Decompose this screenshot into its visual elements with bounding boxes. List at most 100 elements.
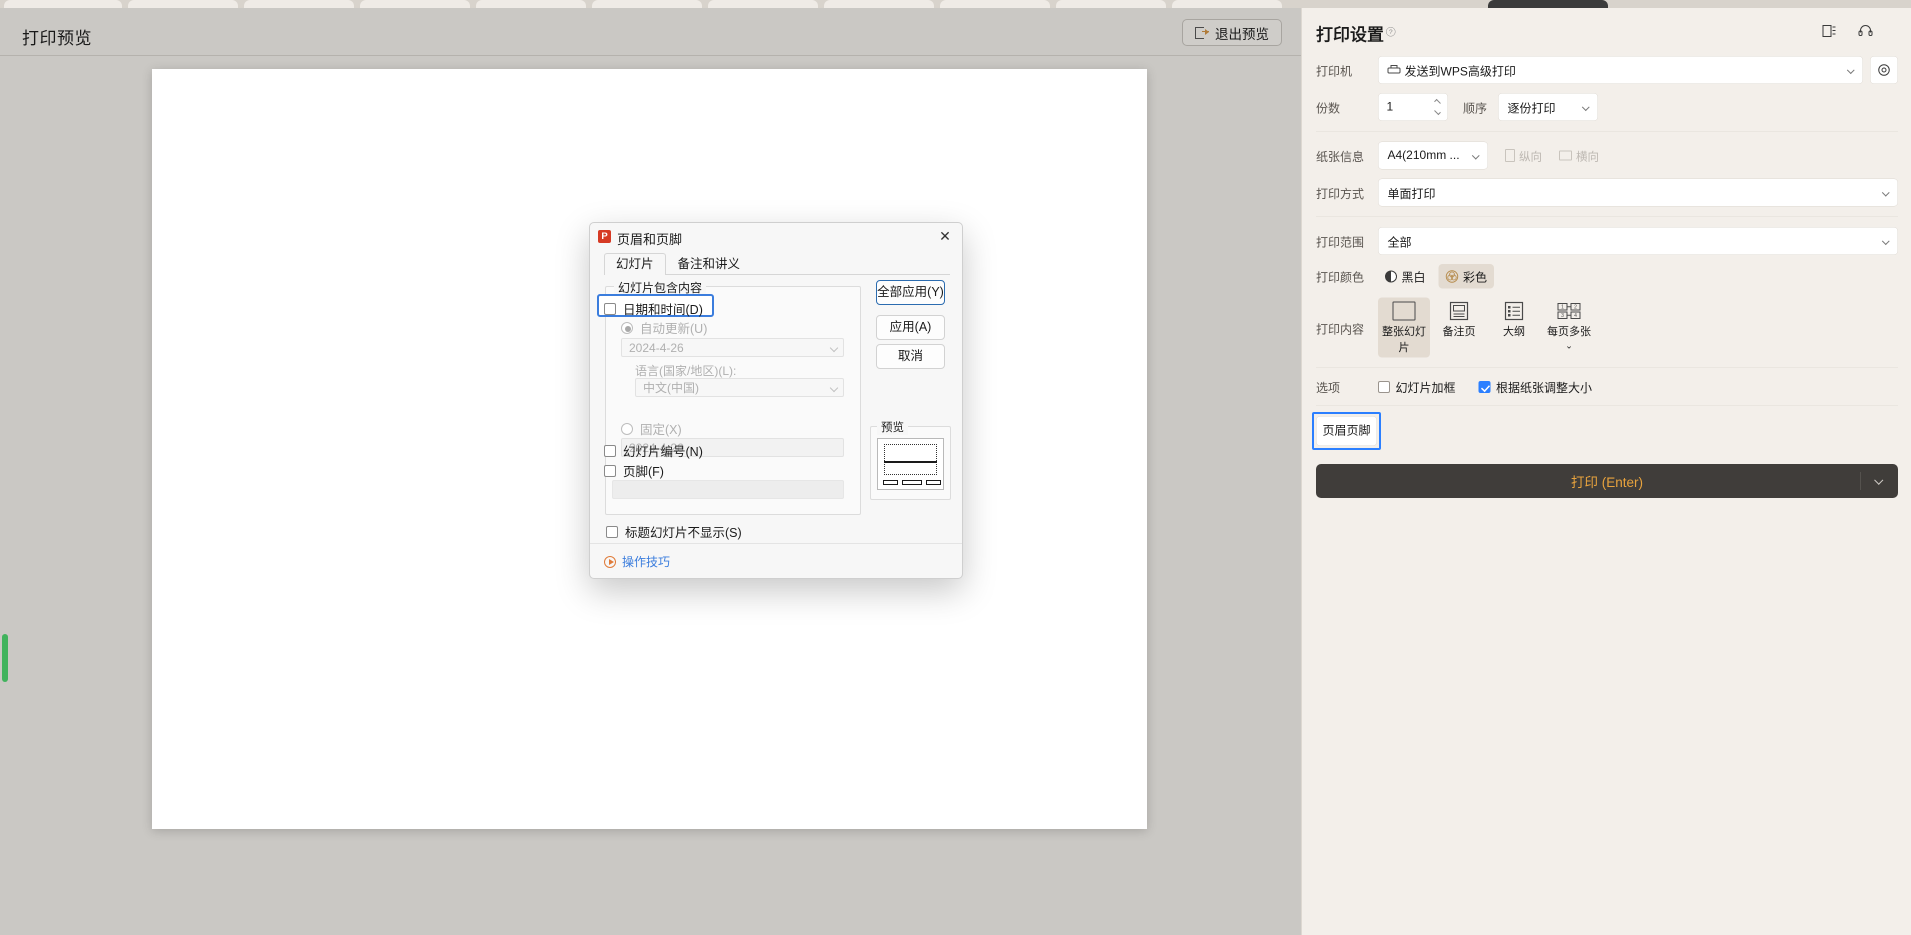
order-label: 顺序 (1463, 101, 1487, 116)
headset-icon[interactable] (1858, 24, 1873, 38)
content-option-multiple-per-page[interactable]: 1 2 3 4 每页多张 ⌄ (1543, 298, 1595, 355)
option-scale-to-paper[interactable]: 根据纸张调整大小 (1478, 378, 1592, 396)
printer-row: 打印机 发送到WPS高级打印 (1302, 56, 1911, 84)
browser-tab[interactable] (1056, 0, 1166, 8)
stepper-down-icon[interactable] (1434, 108, 1441, 116)
browser-tab[interactable] (1172, 0, 1282, 8)
date-time-checkbox[interactable]: 日期和时间(D) (604, 299, 719, 318)
orientation-landscape-label: 横向 (1576, 150, 1599, 163)
orientation-landscape-option[interactable]: 横向 (1559, 147, 1599, 164)
tab-notes-handouts[interactable]: 备注和讲义 (666, 253, 753, 275)
printer-settings-button[interactable] (1870, 56, 1898, 84)
scroll-position-indicator[interactable] (2, 634, 8, 682)
chevron-down-icon (1881, 237, 1890, 246)
language-value: 中文(中国) (643, 381, 699, 395)
settings-title: 打印设置 (1316, 25, 1384, 45)
options-row: 选项 幻灯片加框 根据纸张调整大小 (1302, 378, 1911, 396)
language-label: 语言(国家/地区)(L): (635, 364, 737, 378)
fixed-date-label: 固定(X) (640, 423, 682, 437)
svg-text:4: 4 (1574, 313, 1577, 319)
content-option-outline[interactable]: 大纲 (1488, 298, 1540, 342)
browser-tab[interactable] (244, 0, 354, 8)
exit-icon (1195, 26, 1209, 40)
print-range-select[interactable]: 全部 (1378, 227, 1898, 255)
layout-icon[interactable] (1822, 24, 1837, 38)
play-circle-icon (604, 555, 616, 568)
cancel-button[interactable]: 取消 (876, 344, 945, 369)
language-select[interactable]: 中文(中国) (635, 378, 844, 397)
chevron-down-icon[interactable]: ⌄ (1565, 341, 1573, 352)
preview-footer-bar (926, 480, 941, 485)
checkbox-box (604, 444, 616, 457)
browser-tabstrip (0, 0, 1911, 8)
date-time-label: 日期和时间(D) (623, 303, 703, 317)
black-white-icon (1385, 270, 1397, 283)
color-color-label: 彩色 (1463, 271, 1487, 285)
checkbox-box-checked (1478, 380, 1491, 393)
content-option-label: 大纲 (1502, 325, 1525, 338)
content-row: 打印内容 整张幻灯片 备注页 大纲 1 2 3 4 每页多张 ⌄ (1302, 297, 1911, 358)
content-option-label: 整张幻灯片 (1381, 325, 1426, 354)
browser-tab[interactable] (940, 0, 1050, 8)
chevron-down-icon (829, 343, 839, 352)
dialog-divider (590, 543, 962, 544)
color-label: 打印颜色 (1316, 271, 1364, 285)
multiple-per-page-icon: 1 2 3 4 (1557, 303, 1581, 319)
content-option-notes-page[interactable]: 备注页 (1433, 298, 1485, 342)
browser-tab-active[interactable] (1488, 0, 1608, 8)
content-option-whole-slide[interactable]: 整张幻灯片 (1378, 297, 1430, 358)
apply-all-button[interactable]: 全部应用(Y) (876, 280, 945, 305)
chevron-down-icon[interactable] (1874, 475, 1884, 485)
dialog-title: 页眉和页脚 (617, 232, 683, 247)
whole-slide-icon (1392, 301, 1416, 321)
slide-number-checkbox[interactable]: 幻灯片编号(N) (604, 441, 703, 460)
footer-checkbox[interactable]: 页脚(F) (604, 461, 664, 480)
duplex-select[interactable]: 单面打印 (1378, 178, 1898, 207)
browser-tab[interactable] (360, 0, 470, 8)
title-slide-hide-checkbox[interactable]: 标题幻灯片不显示(S) (606, 522, 742, 541)
orientation-portrait-label: 纵向 (1519, 150, 1542, 163)
close-icon[interactable]: ✕ (934, 227, 956, 246)
title-slide-hide-label: 标题幻灯片不显示(S) (625, 526, 742, 540)
preview-divider-line (884, 461, 937, 463)
dialog-titlebar[interactable]: P 页眉和页脚 ✕ (590, 223, 962, 249)
color-wheel-icon (1445, 270, 1459, 283)
fixed-date-radio[interactable]: 固定(X) (621, 419, 682, 438)
browser-tab[interactable] (708, 0, 818, 8)
duplex-row: 打印方式 单面打印 (1302, 178, 1911, 207)
paper-size-select[interactable]: A4(210mm ... (1378, 141, 1488, 170)
paper-value: A4(210mm ... (1387, 148, 1460, 163)
browser-tab[interactable] (476, 0, 586, 8)
divider (1316, 216, 1898, 217)
browser-tab[interactable] (824, 0, 934, 8)
footer-text-input[interactable] (612, 480, 844, 499)
color-option-color[interactable]: 彩色 (1438, 264, 1494, 289)
option-slide-frame[interactable]: 幻灯片加框 (1378, 378, 1456, 396)
divider (1316, 405, 1898, 406)
copies-stepper[interactable]: 1 (1378, 93, 1448, 121)
preview-footer-bar (902, 480, 922, 485)
notes-page-icon (1449, 301, 1469, 321)
orientation-portrait-option[interactable]: 纵向 (1505, 147, 1542, 164)
stepper-up-icon[interactable] (1434, 98, 1441, 106)
browser-tab[interactable] (592, 0, 702, 8)
browser-tab[interactable] (128, 0, 238, 8)
tips-link[interactable]: 操作技巧 (604, 553, 670, 570)
option-slide-frame-label: 幻灯片加框 (1395, 381, 1456, 396)
color-row: 打印颜色 黑白 彩色 (1302, 264, 1911, 289)
content-label: 打印内容 (1316, 323, 1364, 337)
auto-update-date-select[interactable]: 2024-4-26 (621, 338, 844, 357)
color-option-bw[interactable]: 黑白 (1378, 264, 1433, 289)
print-button[interactable]: 打印 (Enter) (1316, 464, 1898, 498)
printer-select[interactable]: 发送到WPS高级打印 (1378, 56, 1863, 84)
color-bw-label: 黑白 (1401, 271, 1426, 285)
browser-tab[interactable] (4, 0, 122, 8)
help-icon[interactable]: ? (1386, 27, 1396, 37)
auto-update-radio[interactable]: 自动更新(U) (621, 318, 707, 337)
powerpoint-icon: P (598, 230, 611, 243)
apply-button[interactable]: 应用(A) (876, 315, 945, 340)
range-label: 打印范围 (1316, 235, 1364, 250)
exit-preview-button[interactable]: 退出预览 (1182, 19, 1282, 46)
order-select[interactable]: 逐份打印 (1498, 93, 1598, 121)
tab-slide[interactable]: 幻灯片 (604, 253, 666, 275)
